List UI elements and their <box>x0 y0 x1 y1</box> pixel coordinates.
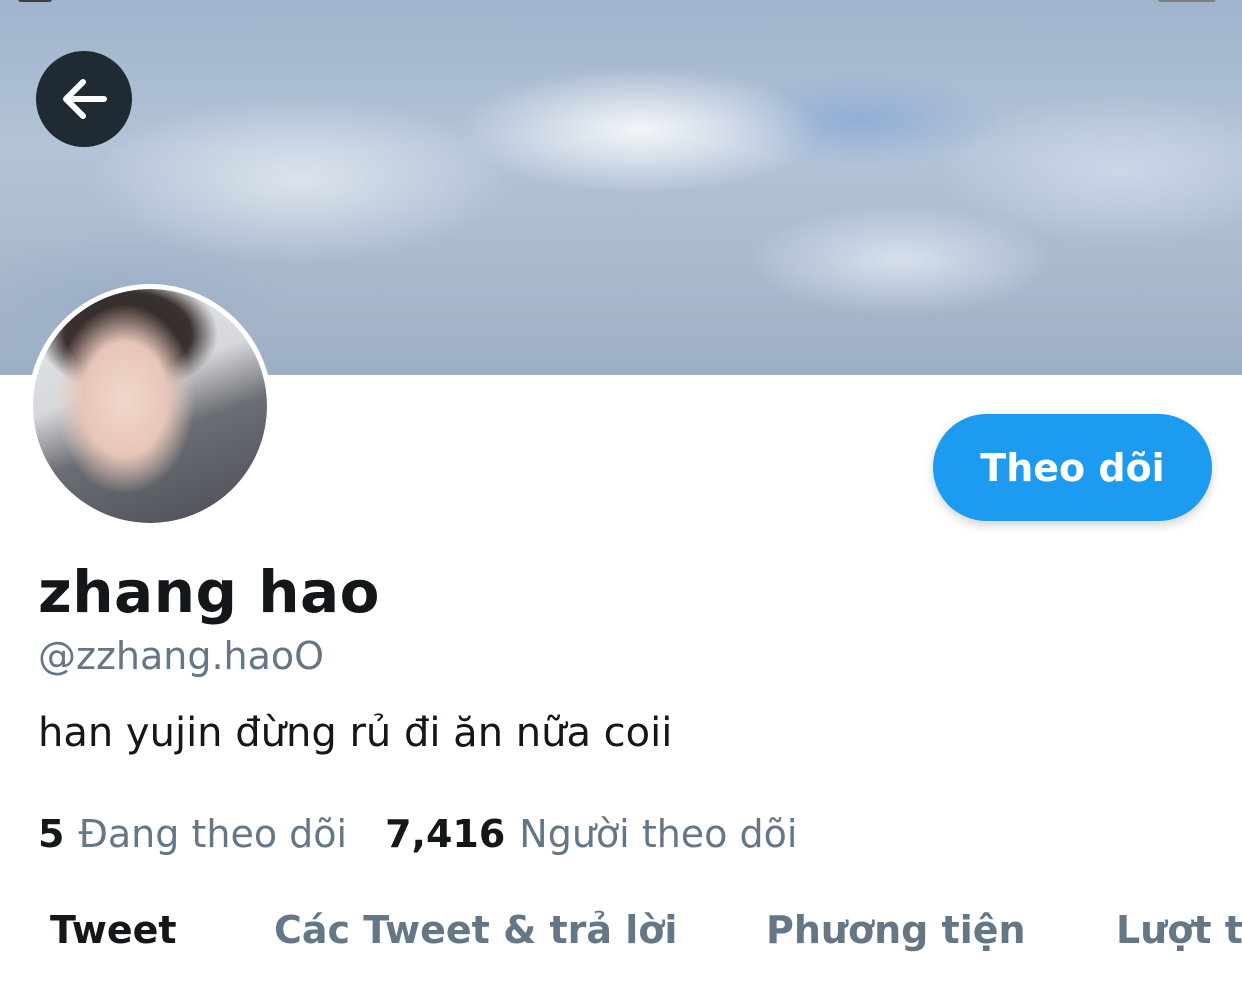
profile-bio: han yujin đừng rủ đi ăn nữa coii <box>38 710 673 756</box>
tab-media[interactable]: Phương tiện <box>766 908 1026 952</box>
display-name: zhang hao <box>38 558 380 626</box>
following-stat[interactable]: 5 Đang theo dõi <box>38 812 347 856</box>
following-count: 5 <box>38 812 65 856</box>
tab-likes[interactable]: Lượt t <box>1116 908 1242 952</box>
profile-page: Theo dõi zhang hao @zzhang.haoO han yuji… <box>0 0 1242 995</box>
followers-label: Người theo dõi <box>519 812 798 856</box>
status-bar-fragment <box>1158 0 1216 2</box>
follow-button-label: Theo dõi <box>980 445 1165 490</box>
username-handle: @zzhang.haoO <box>38 634 325 678</box>
profile-tabs: Tweet Các Tweet & trả lời Phương tiện Lư… <box>0 900 1242 970</box>
tab-tweets-and-replies[interactable]: Các Tweet & trả lời <box>274 908 677 952</box>
followers-count: 7,416 <box>385 812 506 856</box>
avatar-image <box>33 289 267 523</box>
followers-stat[interactable]: 7,416 Người theo dõi <box>385 812 797 856</box>
follow-stats: 5 Đang theo dõi 7,416 Người theo dõi <box>38 812 835 856</box>
follow-button[interactable]: Theo dõi <box>933 414 1212 521</box>
avatar[interactable] <box>28 284 272 528</box>
status-bar-fragment <box>18 0 52 2</box>
following-label: Đang theo dõi <box>78 812 348 856</box>
tab-tweets[interactable]: Tweet <box>50 908 177 952</box>
back-button[interactable] <box>36 51 132 147</box>
arrow-left-icon <box>58 73 110 125</box>
